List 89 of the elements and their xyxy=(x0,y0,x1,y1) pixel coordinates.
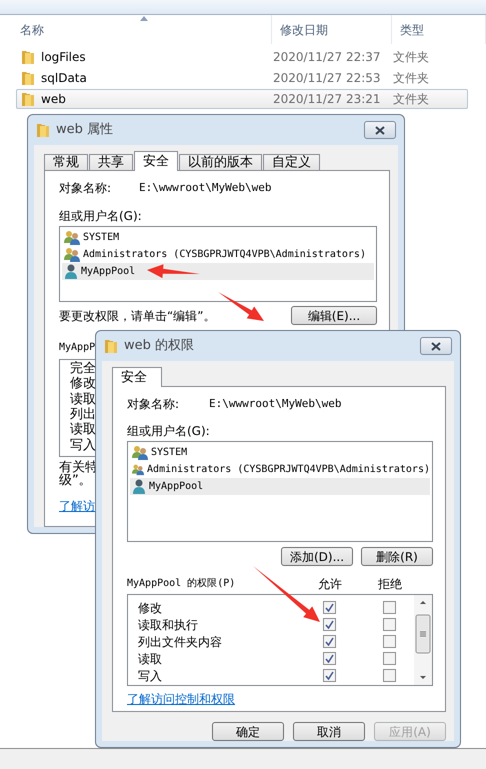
help-link[interactable]: 了解访 xyxy=(59,499,95,513)
tab[interactable]: 自定义 xyxy=(263,154,320,171)
permission-name: 修改 xyxy=(70,377,96,392)
tab[interactable]: 常规 xyxy=(44,154,88,171)
permission-name: 读取和执行 xyxy=(138,618,199,632)
user-list-item[interactable]: Administrators (CYSBGPRJWTQ4VPB\Administrators) xyxy=(62,246,374,263)
user-group-icon xyxy=(132,462,144,477)
object-label: 对象名称: xyxy=(59,181,112,195)
column-header[interactable]: 类型 xyxy=(392,15,486,44)
tab[interactable]: 共享 xyxy=(89,154,133,171)
allow-checkbox[interactable] xyxy=(322,601,336,614)
deny-checkbox[interactable] xyxy=(382,635,396,648)
deny-header: 拒绝 xyxy=(378,577,402,591)
allow-checkbox[interactable] xyxy=(322,669,336,682)
user-list-item[interactable]: MyAppPool xyxy=(62,263,374,280)
object-path: E:\wwwroot\MyWeb\web xyxy=(139,181,272,195)
user-group-icon xyxy=(64,230,80,245)
file-name: logFiles xyxy=(41,50,86,64)
permission-name: 读取 xyxy=(138,652,163,666)
modified-date: 2020/11/27 22:37 xyxy=(273,50,382,64)
folder-icon xyxy=(21,70,35,86)
allow-header: 允许 xyxy=(318,577,342,591)
user-list-item[interactable]: SYSTEM xyxy=(62,229,374,246)
close-button[interactable] xyxy=(420,337,452,355)
close-icon xyxy=(431,342,441,350)
user-list-item[interactable]: Administrators (CYSBGPRJWTQ4VPB\Administrators) xyxy=(130,461,430,478)
folder-icon xyxy=(21,91,35,107)
permissions-label: MyAppPool 的权限(P) xyxy=(127,577,236,591)
permission-name: 列出 xyxy=(70,408,96,422)
annotation-arrow xyxy=(253,566,320,622)
permission-name: 写入 xyxy=(70,438,96,454)
user-group-icon xyxy=(132,445,148,460)
annotation-arrow xyxy=(147,264,200,278)
tab[interactable]: 以前的版本 xyxy=(179,154,262,171)
object-label: 对象名称: xyxy=(127,397,180,411)
add-button[interactable]: 添加(D)... xyxy=(281,547,353,566)
permission-name: 写入 xyxy=(138,668,163,682)
scrollbar[interactable] xyxy=(414,595,432,685)
close-icon xyxy=(375,126,385,134)
modified-date: 2020/11/27 23:21 xyxy=(273,92,382,106)
user-icon xyxy=(64,264,78,279)
deny-checkbox[interactable] xyxy=(382,618,396,631)
column-header[interactable]: 名称 xyxy=(0,15,272,44)
permission-name: 完全 xyxy=(70,362,96,376)
column-header[interactable]: 修改日期 xyxy=(272,15,392,44)
folder-icon xyxy=(36,122,50,138)
info-text: 级”。 xyxy=(59,474,92,487)
close-button[interactable] xyxy=(364,121,396,139)
user-icon xyxy=(132,479,146,494)
file-row[interactable]: web 2020/11/27 23:21 文件夹 xyxy=(16,89,468,109)
permission-name: 读取 xyxy=(70,392,96,407)
user-group-icon xyxy=(64,247,80,262)
help-link[interactable]: 了解访问控制和权限 xyxy=(127,692,235,706)
object-path: E:\wwwroot\MyWeb\web xyxy=(209,397,342,411)
file-name: web xyxy=(41,92,66,106)
tab[interactable]: 安全 xyxy=(134,151,178,171)
user-list-item[interactable]: MyAppPool xyxy=(130,478,430,495)
permission-name: 列出文件夹内容 xyxy=(138,634,223,648)
folder-icon xyxy=(104,338,118,354)
permissions-label: MyAppP xyxy=(59,342,96,353)
file-type: 文件夹 xyxy=(393,92,430,106)
deny-checkbox[interactable] xyxy=(382,601,396,614)
allow-checkbox[interactable] xyxy=(322,618,336,631)
folder-icon xyxy=(21,49,35,65)
deny-checkbox[interactable] xyxy=(382,652,396,665)
permission-name: 修改 xyxy=(138,600,163,614)
window-title: web 属性 xyxy=(56,123,114,137)
allow-checkbox[interactable] xyxy=(322,635,336,648)
file-row[interactable]: logFiles 2020/11/27 22:37 文件夹 xyxy=(16,47,468,67)
dialog-button[interactable]: 取消 xyxy=(293,722,365,741)
users-label: 组或用户名(G): xyxy=(59,209,142,223)
modified-date: 2020/11/27 22:53 xyxy=(273,71,382,85)
file-type: 文件夹 xyxy=(393,71,430,85)
allow-checkbox[interactable] xyxy=(322,652,336,665)
file-name: sqlData xyxy=(41,71,87,85)
edit-hint: 要更改权限，请单击“编辑”。 xyxy=(59,308,216,322)
deny-checkbox[interactable] xyxy=(382,669,396,682)
edit-button[interactable]: 编辑(E)... xyxy=(291,306,377,325)
permission-name: 读取 xyxy=(70,423,96,438)
user-list-item[interactable]: SYSTEM xyxy=(130,444,430,461)
window-title: web 的权限 xyxy=(124,339,194,353)
annotation-arrow xyxy=(218,292,264,321)
users-label: 组或用户名(G): xyxy=(127,424,210,438)
dialog-button[interactable]: 确定 xyxy=(212,722,284,741)
file-row[interactable]: sqlData 2020/11/27 22:53 文件夹 xyxy=(16,68,468,88)
tab[interactable]: 安全 xyxy=(112,367,162,387)
remove-button[interactable]: 删除(R) xyxy=(361,547,433,566)
sort-arrow-icon xyxy=(140,16,148,21)
file-type: 文件夹 xyxy=(393,50,430,64)
